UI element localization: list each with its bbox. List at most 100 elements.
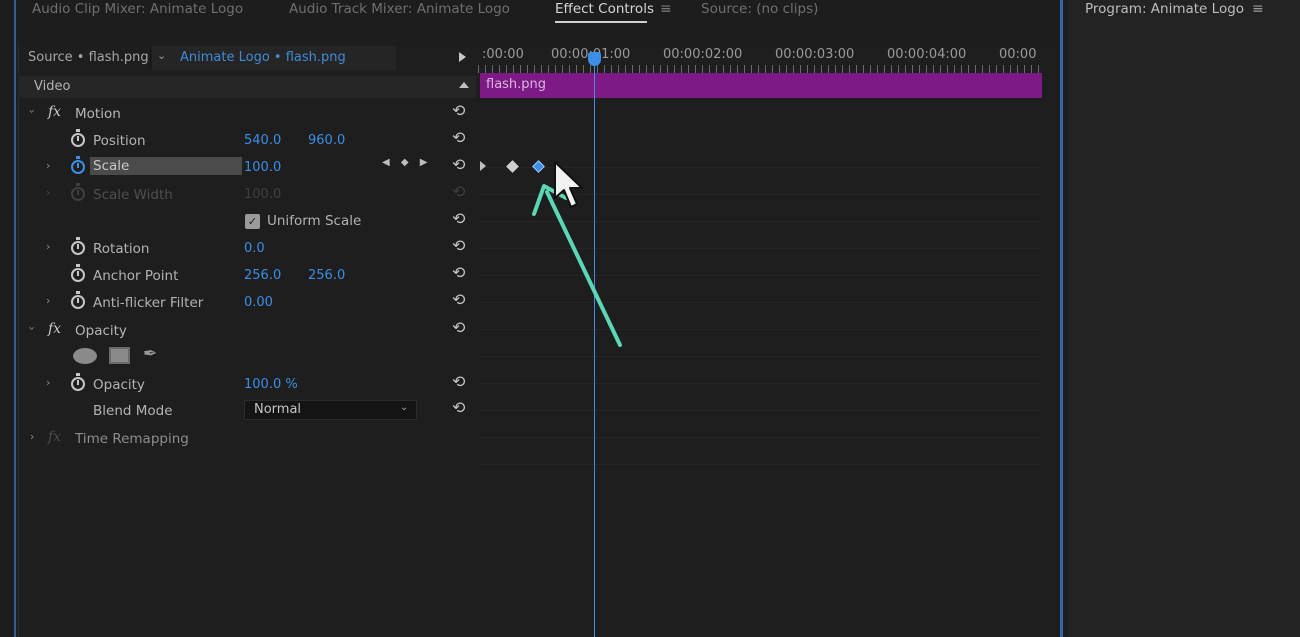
anti-flicker-value[interactable]: 0.00 [244, 295, 273, 310]
clip-name: flash.png [486, 77, 547, 92]
hamburger-menu-icon[interactable]: ≡ [1252, 1, 1264, 17]
expand-arrow-icon[interactable]: › [46, 294, 50, 307]
reset-icon: ⟲ [452, 182, 466, 201]
program-monitor-title[interactable]: Program: Animate Logo [1085, 1, 1244, 17]
property-label-blend-mode: Blend Mode [93, 403, 173, 419]
video-section-header[interactable]: Video [18, 76, 476, 98]
property-label-position: Position [93, 133, 146, 149]
scale-width-value: 100.0 [244, 187, 282, 202]
reset-icon[interactable]: ⟲ [452, 101, 465, 120]
ruler-label: 00:00 [999, 47, 1037, 62]
stopwatch-icon[interactable] [71, 156, 85, 174]
property-row-uniform-scale: ✓ Uniform Scale ⟲ [18, 209, 476, 235]
fx-icon[interactable]: fx [48, 104, 61, 120]
stopwatch-icon[interactable] [71, 373, 85, 391]
reset-icon[interactable]: ⟲ [452, 155, 465, 174]
effect-row-time-remapping[interactable]: › fx Time Remapping [18, 426, 476, 452]
ruler-label: 00:00:04:00 [887, 47, 967, 62]
property-label-scale-width: Scale Width [93, 187, 173, 203]
collapse-up-icon[interactable] [459, 82, 469, 88]
anchor-point-y-value[interactable]: 256.0 [308, 268, 345, 283]
expand-arrow-icon[interactable]: › [26, 326, 39, 330]
property-row-anti-flicker: › Anti-flicker Filter 0.00 ⟲ [18, 290, 476, 316]
tab-audio-clip-mixer[interactable]: Audio Clip Mixer: Animate Logo [32, 1, 243, 17]
property-row-scale: › Scale 100.0 ◀ ◆ ▶ ⟲ [18, 155, 476, 181]
expand-arrow-icon[interactable]: › [46, 159, 50, 172]
reset-icon[interactable]: ⟲ [452, 128, 465, 147]
property-label-anti-flicker: Anti-flicker Filter [93, 295, 204, 311]
mask-tools-row: ✒ [18, 343, 476, 369]
rotation-value[interactable]: 0.0 [244, 241, 265, 256]
sequence-clip-selector[interactable]: ⌄ Animate Logo • flash.png [152, 46, 396, 70]
fx-icon[interactable]: fx [48, 321, 61, 337]
divider [480, 410, 1042, 411]
source-header: Source • flash.png ⌄ Animate Logo • flas… [18, 44, 476, 70]
ruler-label: :00:00 [482, 47, 524, 62]
reset-icon[interactable]: ⟲ [452, 263, 465, 282]
position-x-value[interactable]: 540.0 [244, 133, 281, 148]
reset-icon[interactable]: ⟲ [452, 318, 465, 337]
expand-arrow-icon[interactable]: › [46, 376, 50, 389]
fx-icon: fx [48, 429, 62, 445]
keyframe-diamond[interactable] [506, 160, 519, 173]
reset-icon[interactable]: ⟲ [452, 398, 465, 417]
rectangle-mask-icon[interactable] [109, 347, 130, 364]
divider [480, 437, 1042, 438]
time-ruler-ticks[interactable] [478, 65, 1044, 73]
expand-arrow-icon[interactable]: › [26, 109, 39, 113]
blend-mode-dropdown[interactable]: Normal ⌄ [244, 400, 417, 420]
position-y-value[interactable]: 960.0 [308, 133, 345, 148]
expand-arrow-icon[interactable]: › [30, 430, 34, 443]
keyframe-offscreen-arrow-icon [480, 161, 486, 171]
stopwatch-icon[interactable] [71, 264, 85, 282]
ruler-label: 00:00:02:00 [663, 47, 743, 62]
anchor-point-x-value[interactable]: 256.0 [244, 268, 281, 283]
divider [480, 356, 1042, 357]
property-row-anchor-point: Anchor Point 256.0 256.0 ⟲ [18, 263, 476, 289]
scale-value[interactable]: 100.0 [244, 160, 281, 175]
reset-icon[interactable]: ⟲ [452, 290, 465, 309]
panel-focus-border-right [1060, 0, 1063, 637]
effect-name-motion: Motion [75, 106, 121, 122]
clip-bar[interactable]: flash.png [480, 73, 1042, 98]
effect-name-time-remapping: Time Remapping [75, 431, 189, 447]
chevron-down-icon: ⌄ [157, 49, 167, 62]
source-clip-label[interactable]: Source • flash.png [28, 50, 149, 65]
effect-name-opacity: Opacity [75, 323, 127, 339]
property-row-scale-width: › Scale Width 100.0 ⟲ [18, 182, 476, 208]
stopwatch-icon[interactable] [71, 291, 85, 309]
active-tab-indicator [555, 21, 647, 23]
tab-audio-track-mixer[interactable]: Audio Track Mixer: Animate Logo [289, 1, 510, 17]
uniform-scale-checkbox[interactable]: ✓ [245, 214, 260, 229]
property-row-blend-mode: Blend Mode Normal ⌄ ⟲ [18, 398, 476, 424]
expand-arrow-icon[interactable]: › [46, 240, 50, 253]
sequence-clip-label: Animate Logo • flash.png [180, 50, 346, 65]
keyframe-navigator[interactable]: ◀ ◆ ▶ [382, 157, 431, 168]
playhead-handle[interactable] [588, 52, 601, 66]
video-section-label: Video [34, 79, 71, 94]
stopwatch-icon[interactable] [71, 237, 85, 255]
property-row-rotation: › Rotation 0.0 ⟲ [18, 236, 476, 262]
stopwatch-icon[interactable] [71, 129, 85, 147]
ellipse-mask-icon[interactable] [73, 348, 97, 364]
property-label-opacity: Opacity [93, 377, 145, 393]
effect-row-motion[interactable]: › fx Motion ⟲ [18, 101, 476, 127]
stopwatch-icon [71, 183, 85, 201]
expand-arrow-icon: › [46, 186, 51, 199]
show-timeline-toggle-icon[interactable] [459, 52, 466, 62]
reset-icon[interactable]: ⟲ [452, 372, 465, 391]
mouse-pointer-icon [554, 161, 583, 208]
program-monitor-panel [1068, 0, 1300, 637]
property-row-position: Position 540.0 960.0 ⟲ [18, 128, 476, 154]
pen-mask-icon[interactable]: ✒ [143, 344, 157, 364]
tab-effect-controls[interactable]: Effect Controls [555, 1, 654, 17]
blend-mode-selected: Normal [254, 402, 302, 417]
property-label-rotation: Rotation [93, 241, 150, 257]
reset-icon[interactable]: ⟲ [452, 236, 465, 255]
property-row-opacity: › Opacity 100.0 % ⟲ [18, 372, 476, 398]
reset-icon[interactable]: ⟲ [452, 209, 465, 228]
opacity-value[interactable]: 100.0 % [244, 377, 298, 392]
hamburger-menu-icon[interactable]: ≡ [660, 1, 672, 17]
tab-source[interactable]: Source: (no clips) [701, 1, 818, 17]
effect-row-opacity[interactable]: › fx Opacity ⟲ [18, 318, 476, 344]
